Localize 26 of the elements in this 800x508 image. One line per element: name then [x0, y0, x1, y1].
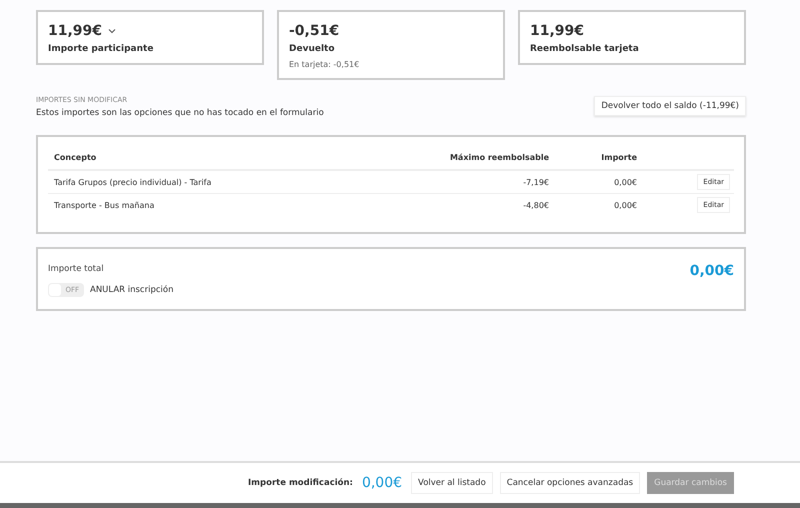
chevron-down-icon[interactable]	[108, 28, 116, 34]
toggle-label: ANULAR inscripción	[90, 285, 174, 295]
column-header: Concepto	[53, 152, 98, 162]
card-label: Importe participante	[48, 44, 154, 54]
section-description: Estos importes son las opciones que no has tocado en el formulario	[36, 108, 324, 118]
footer-button[interactable]: Cancelar opciones avanzadas	[500, 472, 640, 494]
return-balance-button[interactable]: Devolver todo el saldo (-11,99€)	[594, 96, 746, 116]
total-label: Importe total	[48, 264, 104, 274]
modification-label: Importe modificación:	[248, 478, 353, 488]
table-cell-text: -4,80€	[522, 200, 549, 210]
card-note: En tarjeta: -0,51€	[289, 60, 360, 69]
total-value: 0,00€	[690, 263, 734, 279]
amount: 11,99€	[530, 23, 584, 39]
amount: 11,99€	[48, 23, 102, 39]
table-cell-text: Tarifa Grupos (precio individual) - Tarifa	[53, 178, 212, 186]
footer-button[interactable]: Volver al listado	[411, 472, 493, 494]
table-cell-text: -7,19€	[522, 178, 549, 186]
table-cell-text: Transporte - Bus mañana	[53, 200, 156, 210]
amount: -0,51€	[289, 23, 340, 39]
card-label: Reembolsable tarjeta	[530, 44, 640, 54]
column-header: Máximo reembolsable	[448, 152, 549, 162]
table-cell-text: 0,00€	[613, 178, 637, 186]
table-cell-text: 0,00€	[613, 200, 637, 210]
column-header: Importe	[600, 152, 637, 162]
card-label: Devuelto	[289, 44, 336, 54]
modification-value: 0,00€	[362, 475, 402, 491]
